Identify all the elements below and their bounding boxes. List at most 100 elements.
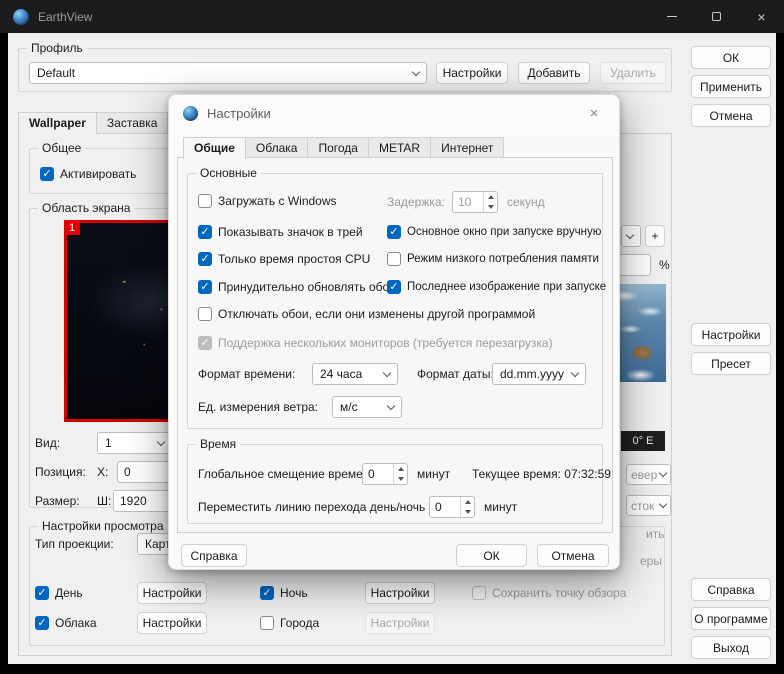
disable-if-changed-label: Отключать обои, если они изменены другой… [218,307,536,321]
east-combo-fragment[interactable]: сток [626,495,671,516]
north-combo-value: евер [631,467,658,482]
profile-group: Профиль Default Настройки Добавить Удали… [18,41,672,92]
wind-unit-select[interactable]: м/с [332,396,402,418]
day-settings-button[interactable]: Настройки [137,582,207,604]
global-offset-label: Глобальное смещение времени: [198,467,380,481]
chevron-down-icon [411,67,421,76]
about-button[interactable]: О программе [691,607,771,630]
dialog-help-button[interactable]: Справка [181,544,247,567]
last-image-checkbox[interactable]: Последнее изображение при запуске [387,276,606,298]
hidden-combo-tail[interactable] [621,225,641,247]
tray-icon-checkbox[interactable]: Показывать значок в трей [198,221,363,243]
load-with-windows-checkbox[interactable]: Загружать с Windows [198,190,337,212]
chevron-down-icon [658,468,668,478]
save-viewpoint-checkbox: Сохранить точку обзора [472,582,626,604]
app-globe-icon [13,8,29,25]
dialog-tab-clouds[interactable]: Облака [244,137,309,158]
profile-add-button[interactable]: Добавить [518,62,590,84]
hidden-button-fragment-1: ить [646,527,665,541]
night-settings-button[interactable]: Настройки [365,582,435,604]
clouds-settings-button[interactable]: Настройки [137,612,207,634]
checkbox-icon [387,252,401,266]
chevron-down-icon [658,499,668,509]
force-update-checkbox[interactable]: Принудительно обновлять обои [198,276,396,298]
tab-screensaver[interactable]: Заставка [95,112,169,133]
profile-settings-button[interactable]: Настройки [436,62,508,84]
maximize-button[interactable] [694,0,739,33]
cpu-idle-checkbox[interactable]: Только время простоя CPU [198,248,370,270]
close-icon: × [757,8,766,25]
dialog-tab-internet[interactable]: Интернет [430,137,505,158]
dialog-ok-button[interactable]: ОК [456,544,527,567]
position-x-input[interactable]: 0 [117,461,172,483]
time-format-label: Формат времени: [198,367,296,381]
view-select[interactable]: 1 [97,432,172,454]
dialog-cancel-button[interactable]: Отмена [537,544,609,567]
dialog-title: Настройки [207,105,271,121]
last-image-label: Последнее изображение при запуске [407,281,607,293]
load-with-windows-label: Загружать с Windows [218,194,337,208]
low-memory-checkbox[interactable]: Режим низкого потребления памяти [387,248,599,270]
dialog-close-button[interactable]: × [581,102,607,124]
disable-if-changed-checkbox[interactable]: Отключать обои, если они изменены другой… [198,303,535,325]
position-label: Позиция: [35,465,86,479]
apply-button[interactable]: Применить [691,75,771,98]
checkbox-icon [198,194,212,208]
monitor-number-badge: 1 [64,220,80,235]
window-title: EarthView [38,9,93,24]
titlebar: EarthView × [0,0,784,33]
dialog-tab-general[interactable]: Общие [183,137,246,159]
checkbox-icon [260,586,274,600]
minimize-button[interactable] [649,0,694,33]
spinner-arrows-icon [393,464,407,484]
north-combo-fragment[interactable]: евер [626,464,671,485]
dialog-titlebar: Настройки [169,95,619,131]
basic-group-label: Основные [196,166,261,180]
projection-select-value: Карт [145,537,171,551]
date-format-select[interactable]: dd.mm.yyyy [492,363,586,385]
chevron-down-icon [625,230,635,239]
screen-area-label: Область экрана [38,201,135,215]
profile-select[interactable]: Default [29,62,427,84]
global-offset-spinner[interactable]: 0 [362,463,408,485]
time-format-select[interactable]: 24 часа [312,363,398,385]
day-checkbox[interactable]: День [35,582,83,604]
tab-wallpaper[interactable]: Wallpaper [18,112,97,134]
preset-button[interactable]: Пресет [691,352,771,375]
night-checkbox[interactable]: Ночь [260,582,308,604]
size-w-input[interactable]: 1920 [113,490,172,512]
hidden-button-fragment-2: еры [640,554,662,568]
checkbox-icon [198,336,212,350]
spinner-arrows-icon [460,497,474,517]
cpu-idle-label: Только время простоя CPU [218,252,371,266]
dialog-tab-weather[interactable]: Погода [307,137,369,158]
profile-remove-button: Удалить [600,62,666,84]
chevron-down-icon [570,368,580,377]
cancel-button[interactable]: Отмена [691,104,771,127]
checkbox-icon [198,280,212,294]
exit-button[interactable]: Выход [691,636,771,659]
east-combo-value: сток [631,498,655,513]
low-memory-label: Режим низкого потребления памяти [407,253,599,265]
size-w-label: Ш: [97,494,112,508]
multi-monitor-checkbox: Поддержка нескольких мониторов (требуетс… [198,332,553,354]
move-terminator-spinner[interactable]: 0 [429,496,475,518]
coordinate-readout: 0° E [621,431,665,451]
checkbox-icon [472,586,486,600]
global-offset-value: 0 [368,467,375,481]
cities-checkbox[interactable]: Города [260,612,319,634]
dialog-tab-metar[interactable]: METAR [367,137,432,158]
cities-settings-button: Настройки [365,612,435,634]
close-button[interactable]: × [739,0,784,33]
move-terminator-label: Переместить линию перехода день/ночь на: [198,500,446,514]
help-button[interactable]: Справка [691,578,771,601]
main-window-manual-checkbox[interactable]: Основное окно при запуске вручную [387,221,601,243]
size-label: Размер: [35,494,80,508]
activate-checkbox[interactable]: Активировать [40,163,136,185]
general-group-label: Общее [38,141,86,155]
clouds-checkbox[interactable]: Облака [35,612,97,634]
side-settings-button[interactable]: Настройки [691,323,771,346]
ok-button[interactable]: ОК [691,46,771,69]
time-format-value: 24 часа [320,367,363,381]
add-view-button[interactable]: + [645,225,665,247]
